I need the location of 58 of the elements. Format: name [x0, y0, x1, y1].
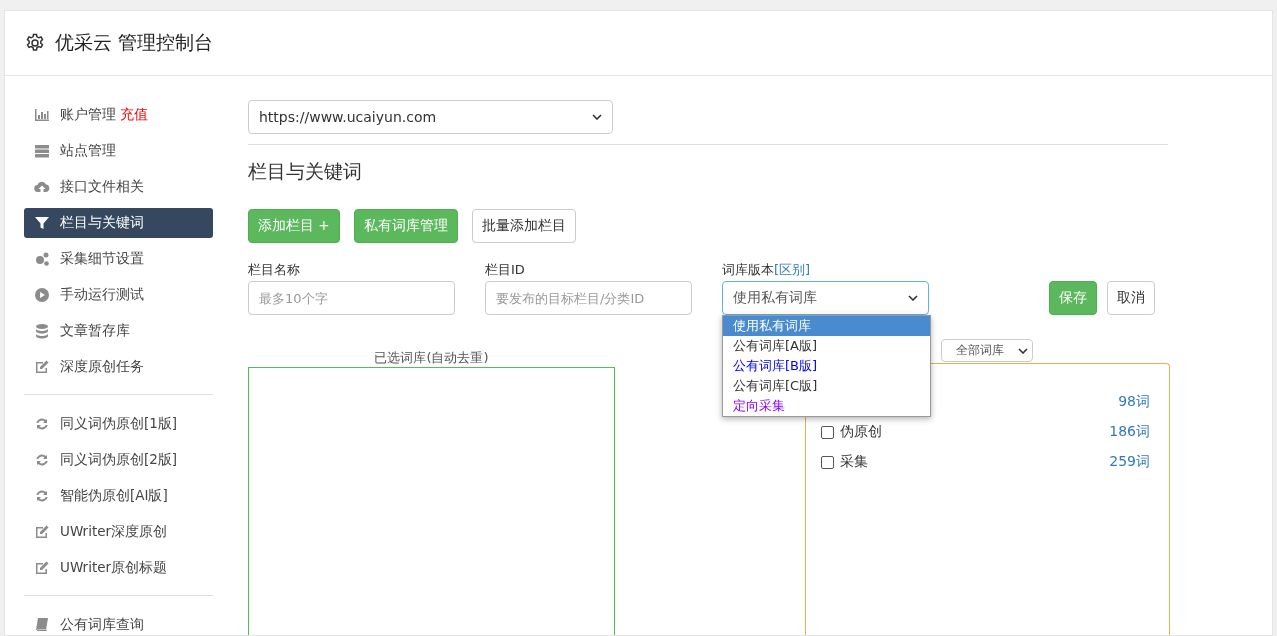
refresh-icon [34, 488, 50, 504]
name-field[interactable]: 最多10个字 [248, 281, 455, 315]
caret-icon [908, 295, 918, 301]
checkbox[interactable] [821, 425, 834, 439]
recharge-link[interactable]: 充值 [120, 106, 148, 124]
sidebar-item[interactable]: 同义词伪原创[1版] [24, 409, 213, 439]
sidebar-item[interactable]: 采集细节设置 [24, 244, 213, 274]
sidebar-item[interactable]: 手动运行测试 [24, 280, 213, 310]
sidebar-item[interactable]: 站点管理 [24, 136, 213, 166]
book-icon [34, 617, 50, 633]
cloud-upload-icon [34, 179, 50, 195]
sidebar-item[interactable]: 智能伪原创[AI版] [24, 481, 213, 511]
refresh-icon [34, 452, 50, 468]
edit-icon [34, 359, 50, 375]
dropdown-option[interactable]: 定向采集 [723, 396, 930, 416]
server-icon [34, 143, 50, 159]
checkbox-label[interactable]: 采集 [840, 453, 868, 471]
cancel-button[interactable]: 取消 [1107, 281, 1155, 315]
edit-icon [34, 560, 50, 576]
difference-link[interactable]: [区别] [774, 262, 811, 277]
database-icon [34, 323, 50, 339]
app-title: 优采云 管理控制台 [55, 30, 214, 55]
sidebar-item[interactable]: 栏目与关键词 [24, 208, 213, 238]
edit-icon [34, 524, 50, 540]
sidebar-item[interactable]: 文章暂存库 [24, 316, 213, 346]
checkbox-label[interactable]: 伪原创 [840, 423, 882, 441]
field-label: 词库版本 [722, 262, 774, 277]
toolbar-button[interactable]: 批量添加栏目 [471, 209, 576, 243]
panel-title: 已选词库(自动去重) [373, 349, 490, 367]
sidebar-item[interactable]: 公有词库查询 [24, 610, 213, 635]
library-filter-select[interactable]: 全部词库 [941, 339, 1033, 362]
sidebar-item[interactable]: 深度原创任务 [24, 352, 213, 382]
play-icon [34, 287, 50, 303]
sidebar-item[interactable]: 同义词伪原创[2版] [24, 445, 213, 475]
word-count: 98词 [1118, 393, 1150, 411]
field-label: 栏目名称 [248, 261, 301, 279]
version-select[interactable]: 使用私有词库 [722, 281, 929, 315]
word-count: 186词 [1109, 423, 1150, 441]
sidebar-item[interactable]: UWriter深度原创 [24, 517, 213, 547]
settings-icon [25, 33, 45, 53]
site-select[interactable]: https://www.ucaiyun.com [248, 100, 613, 134]
caret-icon [1018, 347, 1028, 354]
filter-icon [34, 215, 50, 231]
dropdown-option[interactable]: 公有词库[B版] [723, 356, 930, 376]
caret-icon [592, 114, 602, 120]
refresh-icon [34, 416, 50, 432]
sidebar-item[interactable]: 账户管理 充值 [24, 100, 213, 130]
dropdown-option[interactable]: 公有词库[C版] [723, 376, 930, 396]
dropdown-option[interactable]: 使用私有词库 [723, 316, 930, 336]
sidebar-item[interactable]: 接口文件相关 [24, 172, 213, 202]
bar-chart-icon [34, 107, 50, 123]
dropdown-option[interactable]: 公有词库[A版] [723, 336, 930, 356]
id-field[interactable]: 要发布的目标栏目/分类ID [485, 281, 692, 315]
checkbox[interactable] [821, 455, 834, 469]
sidebar-item[interactable]: UWriter原创标题 [24, 553, 213, 583]
section-title: 栏目与关键词 [248, 159, 363, 184]
field-label: 栏目ID [485, 261, 526, 279]
word-count: 259词 [1109, 453, 1150, 471]
